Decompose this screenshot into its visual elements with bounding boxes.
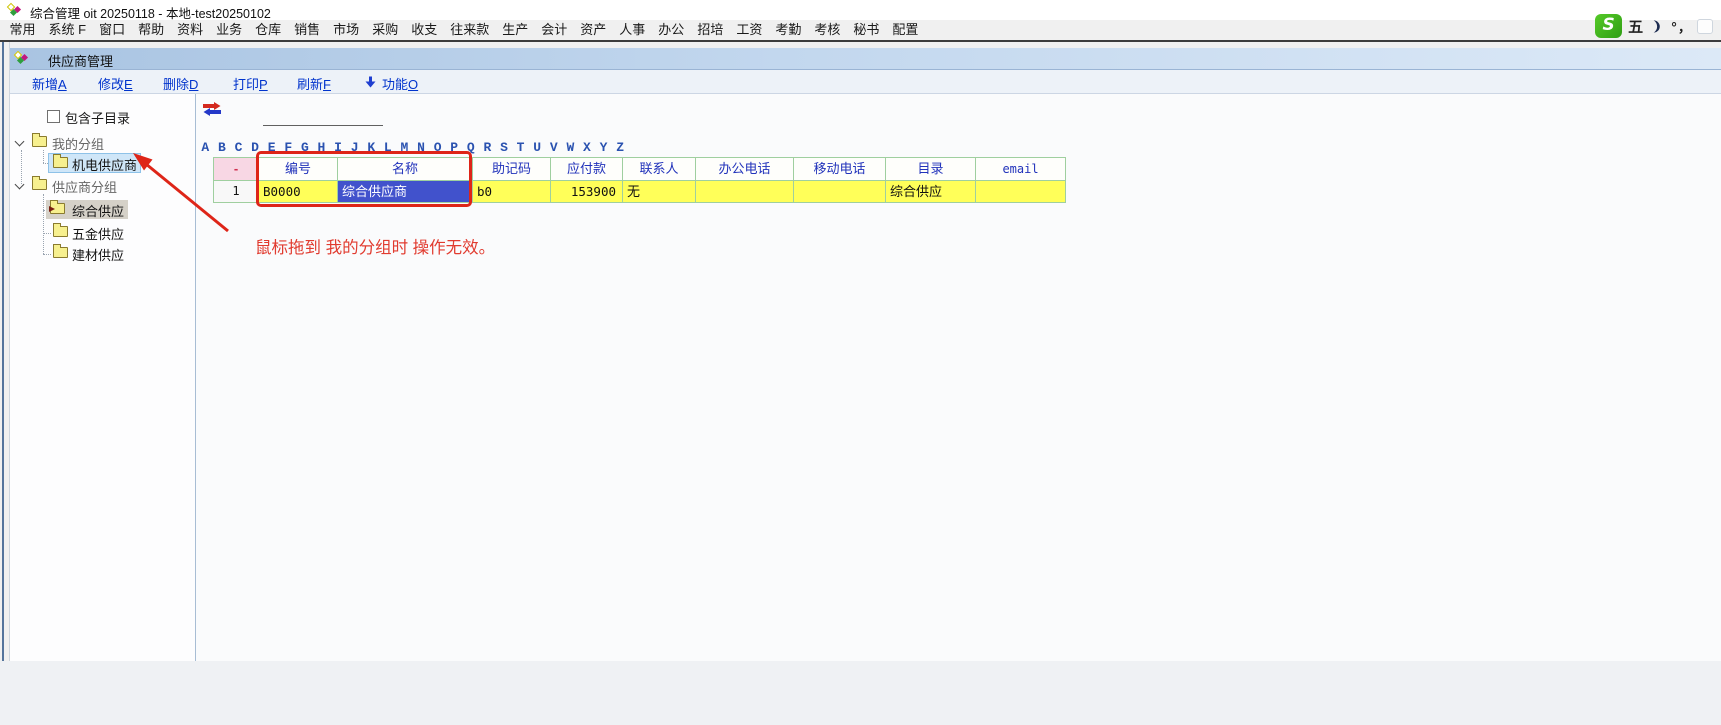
menu-item-peizhi[interactable]: 配置 (886, 20, 925, 40)
tree-connector-line (43, 254, 51, 255)
refresh-button[interactable]: 刷新F (297, 74, 331, 93)
alpha-letter[interactable]: V (545, 140, 562, 154)
menu-item-zhaopei[interactable]: 招培 (691, 20, 730, 40)
menu-item-gongzi[interactable]: 工资 (730, 20, 769, 40)
cell-mnemonic[interactable]: b0 (473, 181, 551, 203)
menu-item-kuaiji[interactable]: 会计 (535, 20, 574, 40)
alpha-letter[interactable]: Y (595, 140, 612, 154)
ime-keyboard-icon[interactable] (1697, 19, 1713, 34)
alpha-letter[interactable]: R (479, 140, 496, 154)
menu-item-caigou[interactable]: 采购 (366, 20, 405, 40)
edit-button[interactable]: 修改E (98, 74, 133, 93)
menu-item-ziliao[interactable]: 资料 (171, 20, 210, 40)
menu-item-zichan[interactable]: 资产 (574, 20, 613, 40)
add-button[interactable]: 新增A (32, 74, 67, 93)
menu-separator-line (0, 40, 1721, 42)
menu-item-bangong[interactable]: 办公 (652, 20, 691, 40)
function-down-arrow-icon (365, 76, 376, 88)
app-icon (7, 3, 24, 18)
ime-logo-icon[interactable]: S (1595, 14, 1622, 38)
menu-item-chuangkou[interactable]: 窗口 (93, 20, 132, 40)
annotation-note-text: 鼠标拖到 我的分组时 操作无效。 (255, 234, 495, 258)
menu-item-shouzhi[interactable]: 收支 (405, 20, 444, 40)
menu-item-changyong[interactable]: 常用 (3, 20, 42, 40)
menu-item-kaohe[interactable]: 考核 (808, 20, 847, 40)
window-toolbar: 新增A 修改E 删除D 打印P 刷新F 功能O (10, 70, 1721, 94)
alpha-letter[interactable]: Z (612, 140, 629, 154)
folder-icon (32, 136, 47, 147)
function-button[interactable]: 功能O (382, 74, 418, 93)
column-header-mobile-phone[interactable]: 移动电话 (794, 158, 886, 181)
cell-mobile-phone[interactable] (794, 181, 886, 203)
print-button[interactable]: 打印P (233, 74, 268, 93)
alpha-letter[interactable]: U (529, 140, 546, 154)
menu-item-renshi[interactable]: 人事 (613, 20, 652, 40)
cell-directory[interactable]: 综合供应 (886, 181, 976, 203)
folder-icon (53, 157, 68, 168)
annotation-arrow (120, 146, 240, 238)
ime-punctuation-toggle[interactable]: °， (1670, 17, 1691, 36)
tree-connector-line (21, 150, 22, 184)
delete-button[interactable]: 删除D (163, 74, 198, 93)
folder-icon (53, 226, 68, 237)
menu-item-cangku[interactable]: 仓库 (249, 20, 288, 40)
tree-node-jiancai-supply[interactable]: 建材供应 (72, 245, 124, 264)
alpha-letter[interactable]: W (562, 140, 579, 154)
menu-item-yewu[interactable]: 业务 (210, 20, 249, 40)
tree-connector-line (43, 194, 44, 254)
annotation-highlight-box (256, 151, 472, 207)
menu-item-mishu[interactable]: 秘书 (847, 20, 886, 40)
column-header-contact[interactable]: 联系人 (623, 158, 696, 181)
child-window-title-bar: 供应商管理 (10, 48, 1721, 70)
screen: 综合管理 oit 20250118 - 本地-test20250102 常用 系… (0, 0, 1721, 725)
bottom-area (0, 661, 1721, 725)
menu-item-shichang[interactable]: 市场 (327, 20, 366, 40)
alpha-letter[interactable]: X (579, 140, 596, 154)
folder-icon (53, 247, 68, 258)
column-header-payable[interactable]: 应付款 (551, 158, 623, 181)
ime-toolbar: S 五 °， (1595, 12, 1713, 40)
window-frame-outer (2, 42, 4, 661)
menu-item-xiaoshou[interactable]: 销售 (288, 20, 327, 40)
open-folder-icon (50, 203, 65, 214)
tree-node-wujin-supply[interactable]: 五金供应 (72, 224, 124, 243)
folder-icon (32, 179, 47, 190)
ime-mode-toggle[interactable]: 五 (1628, 16, 1643, 37)
filter-input[interactable] (263, 109, 383, 126)
menu-item-shengchan[interactable]: 生产 (496, 20, 535, 40)
tree-node-zonghe-supply[interactable]: 综合供应 (72, 201, 124, 220)
include-subdirs-label: 包含子目录 (65, 108, 130, 127)
menu-item-wanglaikuan[interactable]: 往来款 (444, 20, 496, 40)
tree-connector-line (43, 233, 51, 234)
column-header-email[interactable]: email (976, 158, 1066, 181)
include-subdirs-checkbox[interactable] (47, 110, 60, 123)
cell-email[interactable] (976, 181, 1066, 203)
menu-item-bangzhu[interactable]: 帮助 (132, 20, 171, 40)
column-header-mnemonic[interactable]: 助记码 (473, 158, 551, 181)
title-bar: 综合管理 oit 20250118 - 本地-test20250102 (0, 0, 1721, 20)
cell-contact[interactable]: 无 (623, 181, 696, 203)
menu-item-kaoqin[interactable]: 考勤 (769, 20, 808, 40)
tree-connector-line (43, 150, 44, 163)
ime-moon-icon[interactable] (1649, 19, 1664, 34)
child-window-title-text: 供应商管理 (48, 51, 113, 70)
tree-node-supplier-groups[interactable]: 供应商分组 (52, 177, 117, 196)
alpha-letter[interactable]: S (496, 140, 513, 154)
menu-item-xitong[interactable]: 系统 F (42, 20, 93, 40)
child-window-icon (14, 51, 32, 67)
tree-node-my-groups[interactable]: 我的分组 (52, 134, 104, 153)
alpha-letter[interactable]: T (512, 140, 529, 154)
menu-bar: 常用 系统 F 窗口 帮助 资料 业务 仓库 销售 市场 采购 收支 往来款 生… (0, 20, 1721, 40)
cell-office-phone[interactable] (696, 181, 794, 203)
swap-arrows-icon[interactable] (202, 101, 222, 116)
cell-payable[interactable]: 153900 (551, 181, 623, 203)
column-header-office-phone[interactable]: 办公电话 (696, 158, 794, 181)
column-header-directory[interactable]: 目录 (886, 158, 976, 181)
